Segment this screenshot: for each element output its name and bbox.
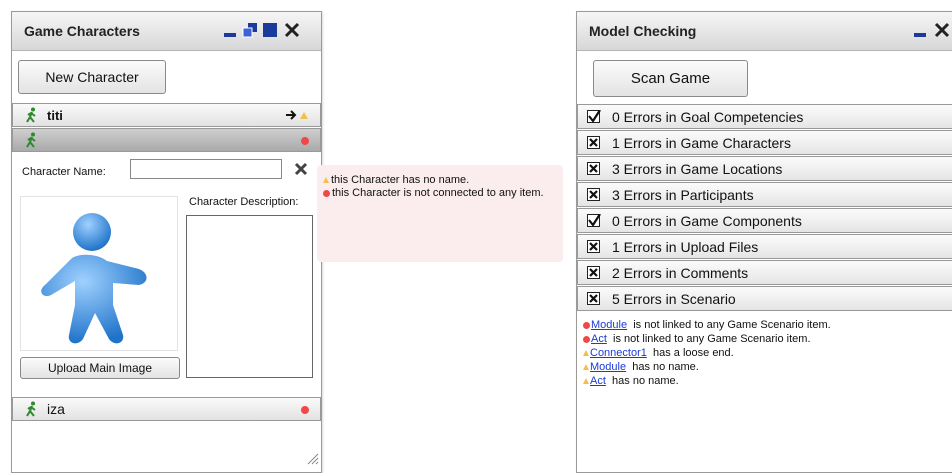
minimize-icon[interactable] <box>222 22 238 38</box>
character-row[interactable]: iza <box>12 397 321 421</box>
item-link[interactable]: Connector1 <box>590 347 647 359</box>
check-result-row[interactable]: 0 Errors in Game Components <box>577 208 952 233</box>
close-icon[interactable] <box>934 22 950 38</box>
error-message: Act has no name. <box>583 375 679 387</box>
character-image <box>20 196 178 351</box>
walking-person-icon <box>25 107 39 126</box>
character-name: titi <box>47 108 63 123</box>
message-text: has a loose end. <box>653 347 734 359</box>
item-link[interactable]: Module <box>591 319 627 331</box>
warning-icon <box>583 378 589 385</box>
check-result-row[interactable]: 0 Errors in Goal Competencies <box>577 104 952 129</box>
error-message: Module has no name. <box>583 361 699 373</box>
check-result-label: 5 Errors in Scenario <box>612 291 736 307</box>
error-x-icon <box>587 188 600 201</box>
check-result-label: 3 Errors in Participants <box>612 187 754 203</box>
character-name-label: Character Name: <box>22 166 106 178</box>
error-dot-icon <box>301 137 309 145</box>
restore-icon[interactable] <box>242 22 258 38</box>
item-link[interactable]: Module <box>590 361 626 373</box>
model-checking-window: Model Checking Scan Game 0 Errors in Goa… <box>576 11 952 473</box>
resize-grip-icon[interactable] <box>307 453 319 468</box>
warning-icon <box>583 364 589 371</box>
character-name-input[interactable] <box>130 159 282 179</box>
check-result-label: 3 Errors in Game Locations <box>612 161 783 177</box>
validation-tooltip: this Character has no name. this Charact… <box>317 165 563 262</box>
window-title: Model Checking <box>589 23 697 39</box>
error-dot-icon <box>301 406 309 414</box>
close-icon[interactable] <box>284 22 300 38</box>
check-result-row[interactable]: 1 Errors in Game Characters <box>577 130 952 155</box>
error-message: Act is not linked to any Game Scenario i… <box>583 333 811 345</box>
check-result-label: 0 Errors in Goal Competencies <box>612 109 804 125</box>
item-link[interactable]: Act <box>590 375 606 387</box>
minimize-icon[interactable] <box>912 22 928 38</box>
check-result-row[interactable]: 5 Errors in Scenario <box>577 286 952 311</box>
character-description-label: Character Description: <box>189 196 299 208</box>
error-x-icon <box>587 136 600 149</box>
tooltip-line-error: this Character is not connected to any i… <box>323 187 555 200</box>
check-result-label: 0 Errors in Game Components <box>612 213 802 229</box>
error-dot-icon <box>583 335 590 343</box>
message-text: has no name. <box>632 361 699 373</box>
message-text: is not linked to any Game Scenario item. <box>613 333 811 345</box>
character-row-selected[interactable] <box>12 128 321 152</box>
clear-name-icon[interactable] <box>294 162 308 179</box>
window-titlebar[interactable]: Game Characters <box>12 12 321 51</box>
check-result-label: 1 Errors in Game Characters <box>612 135 791 151</box>
game-characters-window: Game Characters New Character titi Chara… <box>11 11 322 473</box>
walking-person-icon <box>25 132 39 151</box>
character-name: iza <box>47 401 65 417</box>
character-description-textarea[interactable] <box>186 215 313 378</box>
check-result-row[interactable]: 1 Errors in Upload Files <box>577 234 952 259</box>
tooltip-line-warning: this Character has no name. <box>323 174 559 187</box>
error-x-icon <box>587 162 600 175</box>
message-text: has no name. <box>612 375 679 387</box>
window-title: Game Characters <box>24 23 140 39</box>
check-result-row[interactable]: 3 Errors in Participants <box>577 182 952 207</box>
error-message: Module is not linked to any Game Scenari… <box>583 319 831 331</box>
warning-icon <box>300 112 308 119</box>
maximize-icon[interactable] <box>262 22 278 38</box>
warning-icon <box>583 350 589 357</box>
window-titlebar[interactable]: Model Checking <box>577 12 952 51</box>
check-result-label: 1 Errors in Upload Files <box>612 239 759 255</box>
walking-person-icon <box>25 401 39 420</box>
check-result-label: 2 Errors in Comments <box>612 265 749 281</box>
check-result-row[interactable]: 2 Errors in Comments <box>577 260 952 285</box>
error-message: Connector1 has a loose end. <box>583 347 734 359</box>
message-text: is not linked to any Game Scenario item. <box>633 319 831 331</box>
item-link[interactable]: Act <box>591 333 607 345</box>
error-dot-icon <box>323 189 330 197</box>
warning-icon <box>323 177 329 184</box>
check-result-row[interactable]: 3 Errors in Game Locations <box>577 156 952 181</box>
arrow-right-icon <box>286 109 297 124</box>
checkmark-icon <box>587 110 601 123</box>
error-x-icon <box>587 266 600 279</box>
new-character-button[interactable]: New Character <box>18 60 166 94</box>
scan-game-button[interactable]: Scan Game <box>593 60 748 97</box>
upload-main-image-button[interactable]: Upload Main Image <box>20 357 180 379</box>
checkmark-icon <box>587 214 601 227</box>
error-x-icon <box>587 240 600 253</box>
error-dot-icon <box>583 321 590 329</box>
character-row[interactable]: titi <box>12 103 321 127</box>
error-x-icon <box>587 292 600 305</box>
